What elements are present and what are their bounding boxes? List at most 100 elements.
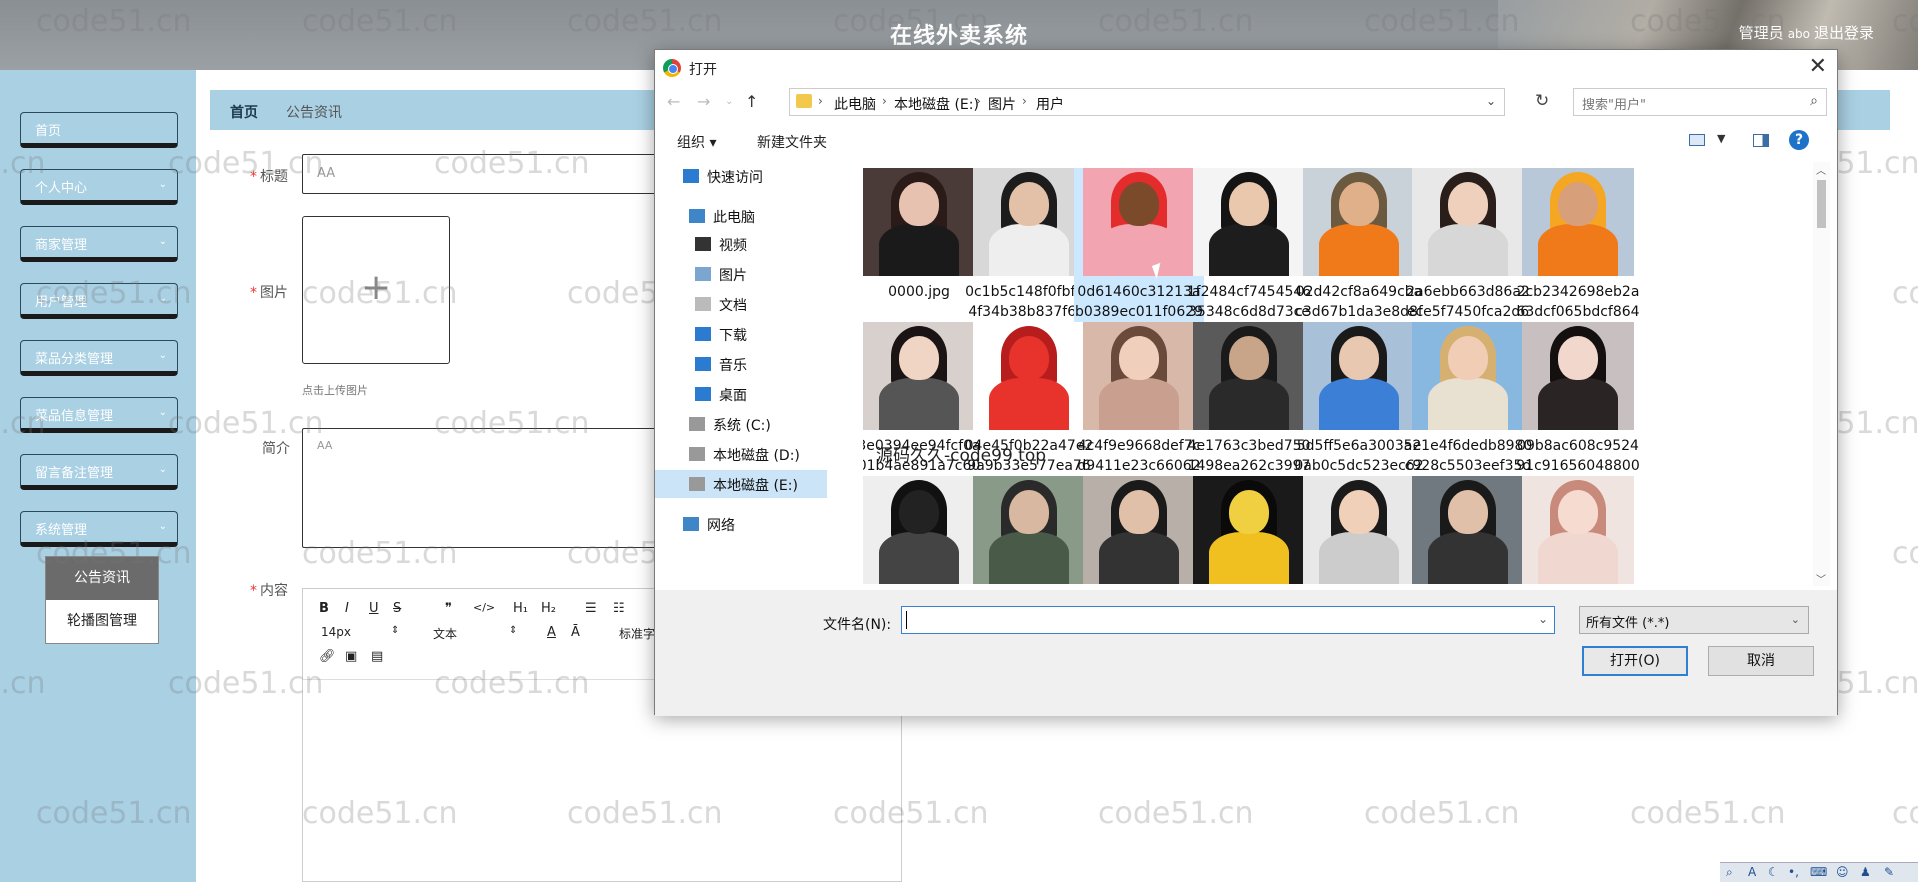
chevron-down-icon[interactable]: ⌄ (1538, 612, 1548, 626)
thumbnail-face (1448, 182, 1488, 226)
address-bar[interactable]: › 此电脑 › 本地磁盘 (E:) › 图片 › 用户 ⌄ (789, 88, 1505, 116)
submenu-item-carousel[interactable]: 轮播图管理 (46, 600, 158, 643)
chevron-down-icon: ⌄ (158, 407, 167, 418)
path-drive-e[interactable]: 本地磁盘 (E:) (894, 94, 979, 114)
nav-item[interactable]: 本地磁盘 (D:) (655, 440, 827, 468)
path-this-pc[interactable]: 此电脑 (834, 94, 876, 114)
help-icon[interactable]: ? (1789, 130, 1809, 150)
logout-link[interactable]: 退出登录 (1814, 22, 1874, 43)
video-icon[interactable]: ▤ (371, 649, 383, 664)
view-mode-icon[interactable] (1689, 134, 1705, 146)
thumbnail-face (1558, 490, 1598, 534)
sidebar-item-label: 用户管理 (35, 295, 88, 310)
file-item[interactable]: 2cb2342698eb2a63dcf065bdcf8642ac.jpeg (1513, 168, 1643, 342)
sidebar-item-messages[interactable]: 留言备注管理 ⌄ (20, 454, 178, 490)
nav-item[interactable]: 图片 (655, 260, 827, 288)
thumbnail-face (1119, 336, 1159, 380)
organize-button[interactable]: 组织 ▾ (677, 132, 716, 152)
thumbnail-body (1209, 378, 1289, 430)
nav-item[interactable]: 文档 (655, 290, 827, 318)
drive-icon (689, 477, 705, 491)
nav-item-label: 音乐 (719, 358, 747, 374)
music-icon (695, 357, 711, 371)
nav-item[interactable]: 系统 (C:) (655, 410, 827, 438)
back-arrow-icon[interactable]: ← (667, 92, 680, 111)
thumbnail-body (1319, 532, 1399, 584)
h2-icon[interactable]: H₂ (541, 601, 556, 616)
sidebar-item-label: 商家管理 (35, 238, 88, 253)
nav-item[interactable]: 音乐 (655, 350, 827, 378)
sidebar-item-users[interactable]: 用户管理 ⌄ (20, 283, 178, 319)
path-users[interactable]: 用户 (1036, 94, 1064, 114)
nav-item[interactable]: 桌面 (655, 380, 827, 408)
ordered-list-icon[interactable]: ☰ (585, 601, 597, 616)
close-icon[interactable]: ✕ (1809, 54, 1827, 79)
image-thumbnail (1193, 168, 1305, 276)
nav-item[interactable]: 视频 (655, 230, 827, 258)
thumbnail-body (989, 224, 1069, 276)
view-dropdown-icon[interactable]: ▼ (1717, 132, 1725, 145)
cancel-button[interactable]: 取消 (1708, 646, 1814, 676)
bullet-list-icon[interactable]: ☷ (613, 601, 625, 616)
file-item[interactable]: 09b8ac608c952491c916560488002a46.jpeg (1513, 322, 1643, 496)
background-color-icon[interactable]: Ā (571, 625, 580, 640)
filename-input[interactable]: ⌄ (901, 606, 1555, 634)
sidebar-item-home[interactable]: 首页 (20, 112, 178, 148)
scrollbar-thumb[interactable] (1817, 180, 1826, 228)
content-label-text: 内容 (260, 583, 288, 599)
image-thumbnail (1522, 476, 1634, 584)
open-button[interactable]: 打开(O) (1582, 646, 1688, 676)
font-size-select[interactable]: 14px (321, 625, 351, 639)
bold-icon[interactable]: B (319, 601, 329, 616)
sidebar-item-dish-category[interactable]: 菜品分类管理 ⌄ (20, 340, 178, 376)
up-arrow-icon[interactable]: ↑ (745, 92, 758, 111)
underline-icon[interactable]: U (369, 601, 379, 616)
nav-item[interactable]: 本地磁盘 (E:) (655, 470, 827, 498)
strike-icon[interactable]: S (393, 601, 401, 616)
thumbnail-face (1339, 336, 1379, 380)
search-input[interactable]: 搜索"用户" ⌕ (1573, 88, 1827, 116)
image-thumbnail (1083, 168, 1195, 276)
block-type-select[interactable]: 文本 (433, 625, 457, 642)
nav-item[interactable]: 网络 (655, 510, 827, 538)
scroll-up-icon[interactable]: ︿ (1816, 162, 1826, 177)
folder-icon (796, 94, 812, 108)
preview-pane-icon[interactable] (1753, 134, 1769, 147)
image-thumbnail (1412, 168, 1524, 276)
nav-item-label: 桌面 (719, 388, 747, 404)
star-icon (683, 169, 699, 183)
nav-item[interactable]: 下载 (655, 320, 827, 348)
font-family-select[interactable]: 标准字 (619, 625, 655, 642)
sidebar-item-dish-info[interactable]: 菜品信息管理 ⌄ (20, 397, 178, 433)
refresh-icon[interactable]: ↻ (1535, 91, 1549, 111)
chevron-down-icon: ⌄ (158, 521, 167, 532)
h1-icon[interactable]: H₁ (513, 601, 528, 616)
thumbnail-face (1119, 182, 1159, 226)
path-pictures[interactable]: 图片 (988, 94, 1016, 114)
dialog-navbar: ← → ⌄ ↑ › 此电脑 › 本地磁盘 (E:) › 图片 › 用户 ⌄ ↻ … (655, 86, 1837, 120)
file-type-filter[interactable]: 所有文件 (*.*) ⌄ (1579, 606, 1809, 634)
sidebar-item-system[interactable]: 系统管理 ⌄ (20, 511, 178, 547)
italic-icon[interactable]: I (345, 601, 349, 616)
link-icon[interactable]: 🔗︎ (319, 649, 336, 664)
sidebar-item-merchant[interactable]: 商家管理 ⌄ (20, 226, 178, 262)
breadcrumb-home[interactable]: 首页 (230, 102, 258, 122)
font-color-icon[interactable]: A (547, 625, 556, 640)
thumbnail-body (879, 378, 959, 430)
quote-icon[interactable]: ❞ (445, 601, 452, 616)
forward-arrow-icon[interactable]: → (697, 92, 710, 111)
file-item[interactable] (1513, 476, 1643, 584)
nav-item[interactable]: 此电脑 (655, 202, 827, 230)
submenu-item-announcements[interactable]: 公告资讯 (46, 557, 158, 600)
image-upload-box[interactable]: + (302, 216, 450, 364)
vertical-scrollbar[interactable]: ︿ ﹀ (1813, 162, 1830, 586)
thumbnail-body (989, 532, 1069, 584)
recent-dropdown-icon[interactable]: ⌄ (725, 96, 733, 107)
code-icon[interactable]: </> (473, 601, 495, 614)
image-icon[interactable]: ▣ (345, 649, 357, 664)
nav-item[interactable]: 快速访问 (655, 162, 827, 190)
new-folder-button[interactable]: 新建文件夹 (757, 132, 827, 152)
address-dropdown-icon[interactable]: ⌄ (1486, 94, 1496, 108)
sidebar-item-personal-center[interactable]: 个人中心 ⌄ (20, 169, 178, 205)
scroll-down-icon[interactable]: ﹀ (1816, 571, 1826, 586)
